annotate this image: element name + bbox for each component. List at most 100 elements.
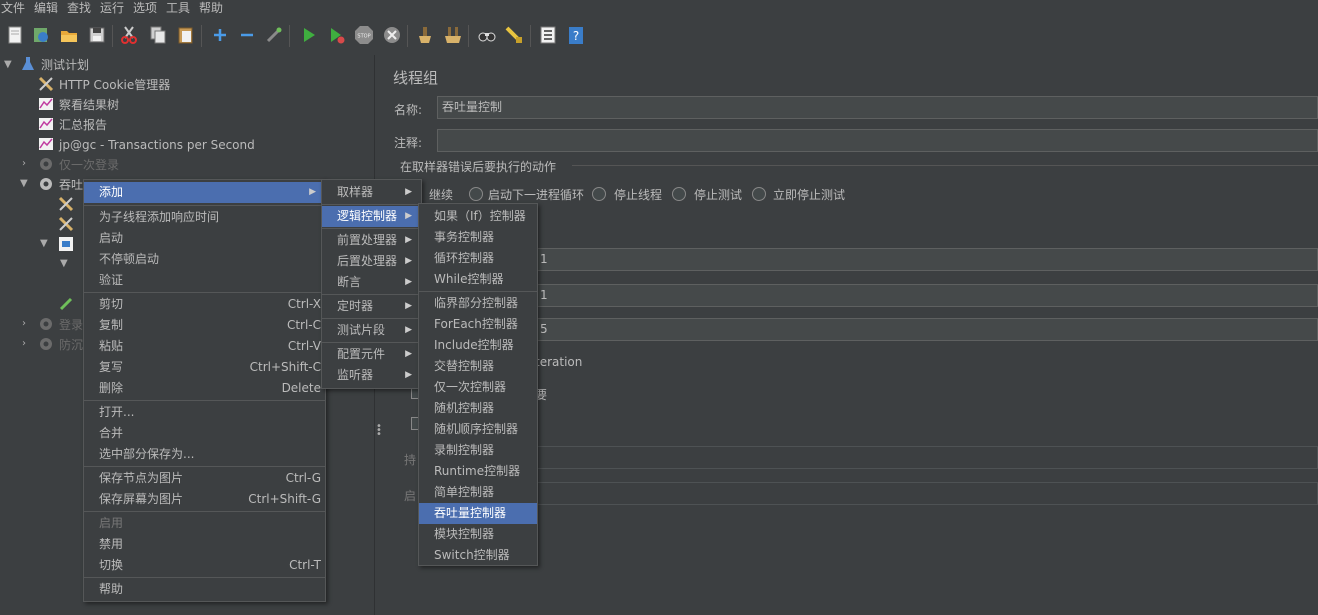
logic-item-throughput[interactable]: 吞吐量控制器 bbox=[419, 503, 537, 524]
menu-item-paste[interactable]: 粘贴 Ctrl-V bbox=[84, 336, 325, 357]
loop-count-field[interactable]: 5 bbox=[535, 318, 1318, 341]
radio-stop-test-now[interactable] bbox=[752, 187, 766, 201]
chevron-right-icon[interactable]: › bbox=[22, 338, 26, 349]
submenu-item-sampler[interactable]: 取样器 ▶ bbox=[322, 182, 421, 203]
radio-stop-thread[interactable] bbox=[592, 187, 606, 201]
drag-handle-icon[interactable]: • • • bbox=[376, 422, 382, 440]
logic-item-switch[interactable]: Switch控制器 bbox=[419, 545, 537, 566]
shutdown-icon[interactable] bbox=[381, 24, 403, 46]
submenu-item-pre-processor[interactable]: 前置处理器 ▶ bbox=[322, 230, 421, 251]
copy-icon[interactable] bbox=[147, 24, 169, 46]
logic-item-random[interactable]: 随机控制器 bbox=[419, 398, 537, 419]
menu-item-disable[interactable]: 禁用 bbox=[84, 534, 325, 555]
thread-count-field[interactable]: 1 bbox=[535, 248, 1318, 271]
menu-item-merge[interactable]: 合并 bbox=[84, 423, 325, 444]
tree-node-test-plan[interactable]: 测试计划 bbox=[20, 55, 89, 75]
menu-item-add-think-time[interactable]: 为子线程添加响应时间 bbox=[84, 207, 325, 228]
cut-icon[interactable] bbox=[118, 24, 140, 46]
menu-options[interactable]: 选项 bbox=[133, 0, 157, 17]
submenu-item-test-fragment[interactable]: 测试片段 ▶ bbox=[322, 320, 421, 341]
logic-item-if[interactable]: 如果（If）控制器 bbox=[419, 206, 537, 227]
radio-stop-test-label[interactable]: 停止测试 bbox=[694, 186, 742, 203]
menu-run[interactable]: 运行 bbox=[100, 0, 124, 17]
menu-edit[interactable]: 编辑 bbox=[34, 0, 58, 17]
menu-file[interactable]: 文件 bbox=[1, 0, 25, 17]
chevron-down-icon[interactable]: ▼ bbox=[40, 238, 48, 249]
logic-item-recording[interactable]: 录制控制器 bbox=[419, 440, 537, 461]
start-no-pause-icon[interactable] bbox=[326, 24, 348, 46]
templates-icon[interactable] bbox=[30, 24, 52, 46]
tree-node-login[interactable]: 登录 bbox=[38, 315, 83, 335]
logic-item-interleave[interactable]: 交替控制器 bbox=[419, 356, 537, 377]
menu-item-save-node-image[interactable]: 保存节点为图片 Ctrl-G bbox=[84, 468, 325, 489]
chevron-down-icon[interactable]: ▼ bbox=[60, 258, 68, 269]
chevron-right-icon[interactable]: › bbox=[22, 158, 26, 169]
startup-delay-field[interactable] bbox=[535, 482, 1318, 505]
menu-item-start-no-pause[interactable]: 不停顿启动 bbox=[84, 249, 325, 270]
tree-node-view-results-tree[interactable]: 察看结果树 bbox=[38, 95, 119, 115]
logic-item-include[interactable]: Include控制器 bbox=[419, 335, 537, 356]
menu-item-cut[interactable]: 剪切 Ctrl-X bbox=[84, 294, 325, 315]
menu-help[interactable]: 帮助 bbox=[199, 0, 223, 17]
submenu-item-post-processor[interactable]: 后置处理器 ▶ bbox=[322, 251, 421, 272]
clear-all-icon[interactable] bbox=[442, 24, 464, 46]
logic-item-loop[interactable]: 循环控制器 bbox=[419, 248, 537, 269]
menu-item-save-screen-image[interactable]: 保存屏幕为图片 Ctrl+Shift-G bbox=[84, 489, 325, 510]
submenu-item-config-element[interactable]: 配置元件 ▶ bbox=[322, 344, 421, 365]
function-helper-icon[interactable] bbox=[537, 24, 559, 46]
radio-start-next-loop[interactable] bbox=[469, 187, 483, 201]
logic-item-critical-section[interactable]: 临界部分控制器 bbox=[419, 293, 537, 314]
submenu-item-timer[interactable]: 定时器 ▶ bbox=[322, 296, 421, 317]
stop-icon[interactable]: STOP bbox=[353, 24, 375, 46]
logic-item-runtime[interactable]: Runtime控制器 bbox=[419, 461, 537, 482]
name-field[interactable]: 吞吐量控制 bbox=[437, 96, 1318, 119]
new-icon[interactable] bbox=[4, 24, 26, 46]
chevron-down-icon[interactable]: ▼ bbox=[20, 178, 28, 189]
collapse-icon[interactable] bbox=[236, 24, 258, 46]
logic-item-transaction[interactable]: 事务控制器 bbox=[419, 227, 537, 248]
save-icon[interactable] bbox=[86, 24, 108, 46]
clear-icon[interactable] bbox=[414, 24, 436, 46]
tree-node-cookie-manager[interactable]: HTTP Cookie管理器 bbox=[38, 75, 170, 95]
menu-item-add[interactable]: 添加 ▶ bbox=[84, 182, 325, 203]
menu-item-start[interactable]: 启动 bbox=[84, 228, 325, 249]
menu-item-copy[interactable]: 复制 Ctrl-C bbox=[84, 315, 325, 336]
ramp-up-field[interactable]: 1 bbox=[535, 284, 1318, 307]
logic-item-while[interactable]: While控制器 bbox=[419, 269, 537, 290]
tree-node-once-login[interactable]: 仅一次登录 bbox=[38, 155, 119, 175]
chevron-right-icon[interactable]: › bbox=[22, 318, 26, 329]
expand-icon[interactable] bbox=[209, 24, 231, 46]
tree-node-anti-addiction[interactable]: 防沉 bbox=[38, 335, 83, 355]
submenu-item-assertion[interactable]: 断言 ▶ bbox=[322, 272, 421, 293]
tree-node-summary-report[interactable]: 汇总报告 bbox=[38, 115, 107, 135]
menu-item-delete[interactable]: 删除 Delete bbox=[84, 378, 325, 399]
menu-search[interactable]: 查找 bbox=[67, 0, 91, 17]
radio-stop-test[interactable] bbox=[672, 187, 686, 201]
menu-item-save-selection-as[interactable]: 选中部分保存为... bbox=[84, 444, 325, 465]
submenu-item-logic-controller[interactable]: 逻辑控制器 ▶ bbox=[322, 206, 421, 227]
menu-item-help[interactable]: 帮助 bbox=[84, 579, 325, 600]
comment-field[interactable] bbox=[437, 129, 1318, 152]
submenu-item-listener[interactable]: 监听器 ▶ bbox=[322, 365, 421, 386]
menu-tools[interactable]: 工具 bbox=[166, 0, 190, 17]
reset-search-icon[interactable] bbox=[503, 24, 525, 46]
logic-item-simple[interactable]: 简单控制器 bbox=[419, 482, 537, 503]
radio-start-next-loop-label[interactable]: 启动下一进程循环 bbox=[488, 186, 584, 203]
tree-node-throughput-group[interactable]: 吞吐 bbox=[38, 175, 83, 195]
search-icon[interactable] bbox=[476, 24, 498, 46]
logic-item-random-order[interactable]: 随机顺序控制器 bbox=[419, 419, 537, 440]
start-icon[interactable] bbox=[298, 24, 320, 46]
menu-item-open[interactable]: 打开... bbox=[84, 402, 325, 423]
tree-node-tps-listener[interactable]: jp@gc - Transactions per Second bbox=[38, 135, 255, 155]
toggle-icon[interactable] bbox=[263, 24, 285, 46]
radio-continue-label[interactable]: 继续 bbox=[429, 186, 453, 203]
logic-item-module[interactable]: 模块控制器 bbox=[419, 524, 537, 545]
help-icon[interactable]: ? bbox=[565, 24, 587, 46]
chevron-down-icon[interactable]: ▼ bbox=[4, 59, 12, 70]
paste-icon[interactable] bbox=[175, 24, 197, 46]
logic-item-once-only[interactable]: 仅一次控制器 bbox=[419, 377, 537, 398]
logic-item-foreach[interactable]: ForEach控制器 bbox=[419, 314, 537, 335]
menu-item-toggle[interactable]: 切换 Ctrl-T bbox=[84, 555, 325, 576]
open-icon[interactable] bbox=[58, 24, 80, 46]
duration-field[interactable] bbox=[535, 446, 1318, 469]
